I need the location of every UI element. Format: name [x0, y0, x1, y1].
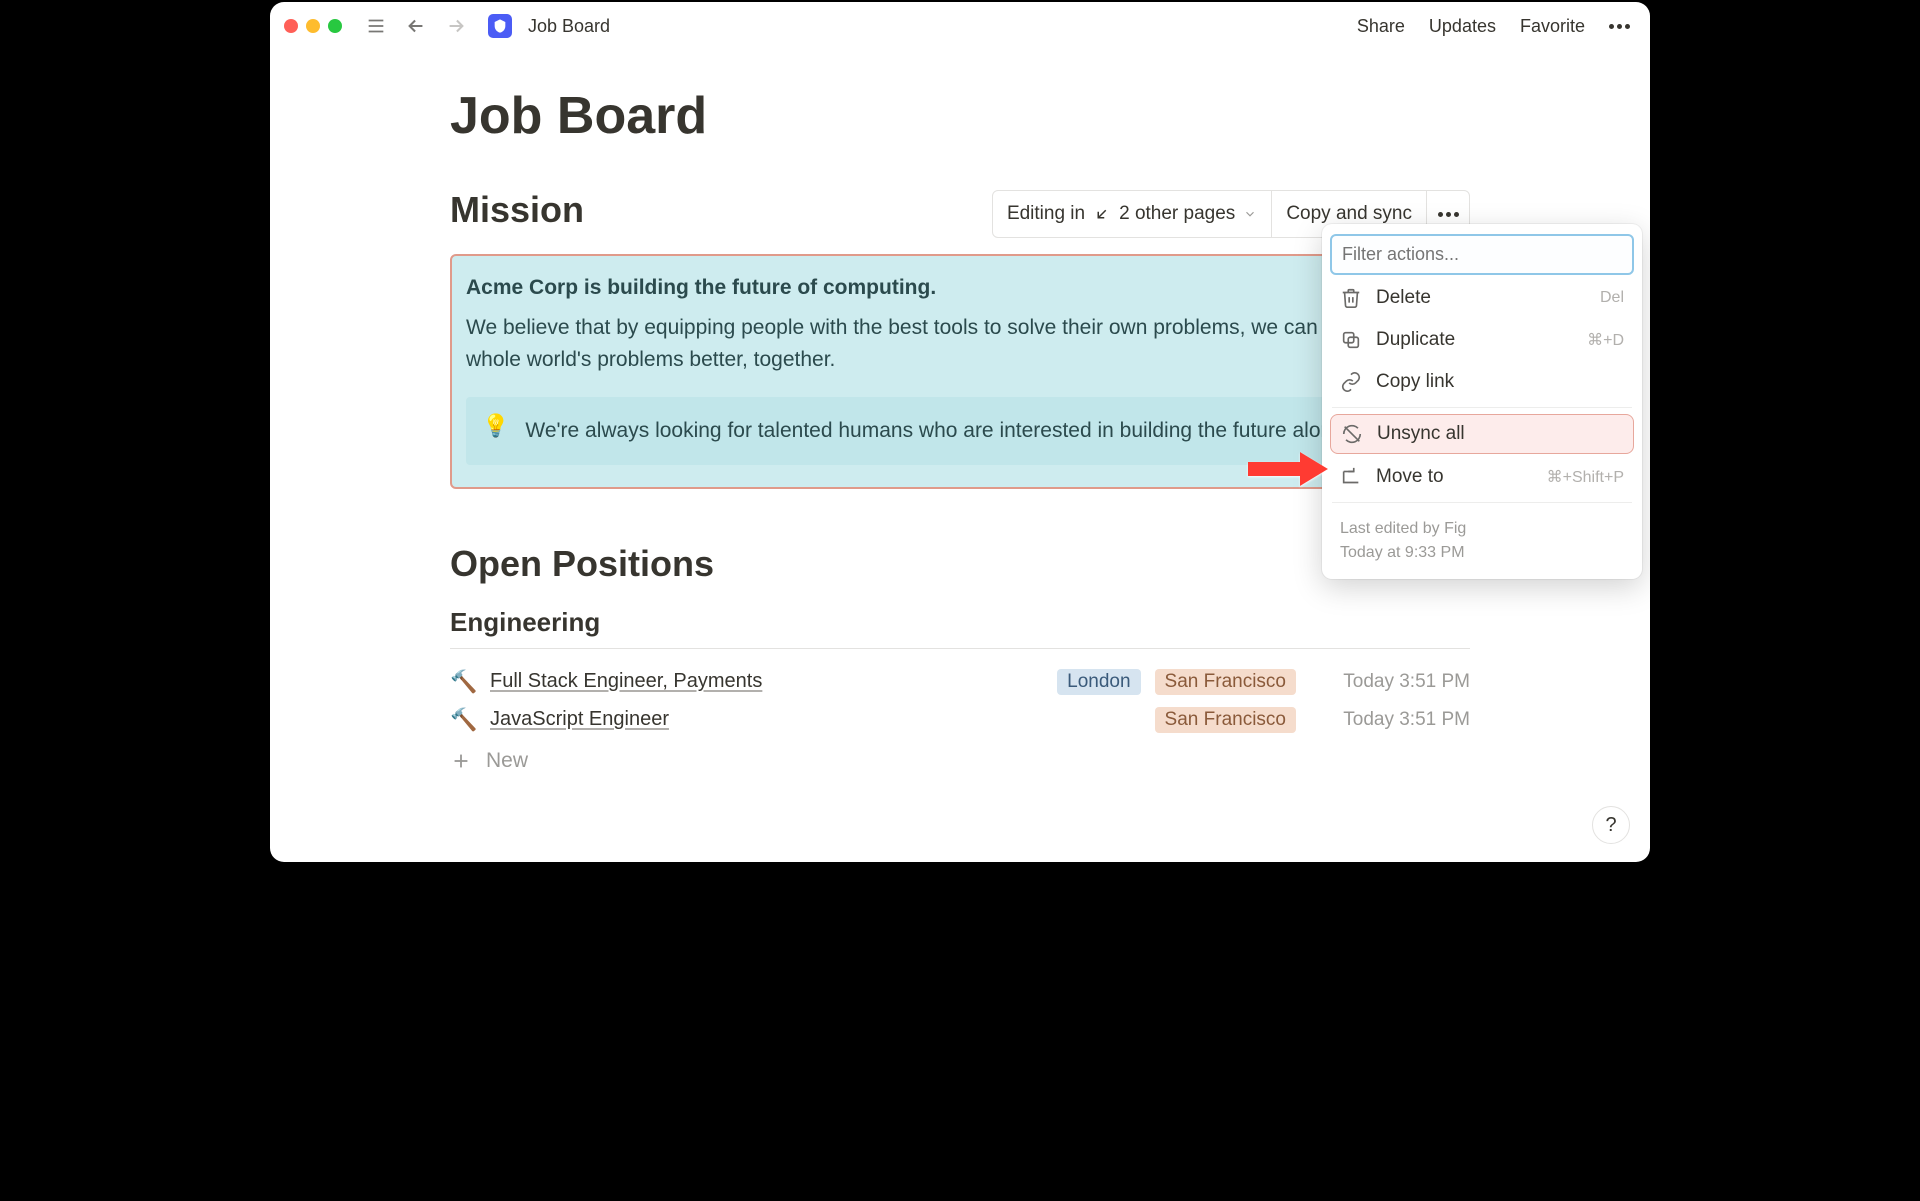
- move-to-icon: [1340, 466, 1362, 488]
- move-to-label: Move to: [1376, 466, 1444, 488]
- forward-button[interactable]: [442, 12, 470, 40]
- location-tag[interactable]: San Francisco: [1155, 669, 1296, 695]
- mission-heading[interactable]: Mission: [450, 189, 584, 231]
- more-menu-button[interactable]: [1603, 20, 1636, 33]
- editing-in-prefix: Editing in: [1007, 203, 1085, 225]
- copy-link-action[interactable]: Copy link: [1330, 363, 1634, 401]
- timestamp: Today 3:51 PM: [1310, 709, 1470, 731]
- window-controls: [284, 19, 342, 33]
- close-window-button[interactable]: [284, 19, 298, 33]
- synced-block-body[interactable]: We believe that by equipping people with…: [466, 312, 1450, 375]
- trash-icon: [1340, 287, 1362, 309]
- copy-and-sync-label: Copy and sync: [1286, 203, 1412, 225]
- delete-shortcut: Del: [1600, 289, 1624, 307]
- new-item-button[interactable]: New: [450, 749, 1470, 773]
- synced-block-lead[interactable]: Acme Corp is building the future of comp…: [466, 276, 1450, 300]
- unsync-icon: [1341, 423, 1363, 445]
- filter-actions-input[interactable]: [1330, 234, 1634, 275]
- arrow-down-left-icon: [1093, 205, 1111, 223]
- updates-button[interactable]: Updates: [1423, 12, 1502, 41]
- unsync-all-label: Unsync all: [1377, 423, 1465, 445]
- minimize-window-button[interactable]: [306, 19, 320, 33]
- unsync-all-action[interactable]: Unsync all: [1330, 414, 1634, 454]
- mission-heading-row: Mission Editing in 2 other pages Copy an…: [450, 186, 1470, 234]
- link-icon: [1340, 371, 1362, 393]
- share-button[interactable]: Share: [1351, 12, 1411, 41]
- block-actions-menu: Delete Del Duplicate ⌘+D Copy link Unsyn…: [1322, 224, 1642, 579]
- hammer-icon: 🔨: [450, 669, 476, 695]
- copy-link-label: Copy link: [1376, 371, 1454, 393]
- list-item[interactable]: 🔨 JavaScript Engineer San Francisco Toda…: [450, 701, 1470, 739]
- menu-separator: [1332, 502, 1632, 503]
- positions-list: 🔨 Full Stack Engineer, Payments London S…: [450, 663, 1470, 773]
- delete-label: Delete: [1376, 287, 1431, 309]
- maximize-window-button[interactable]: [328, 19, 342, 33]
- move-to-action[interactable]: Move to ⌘+Shift+P: [1330, 458, 1634, 496]
- list-item[interactable]: 🔨 Full Stack Engineer, Payments London S…: [450, 663, 1470, 701]
- topbar: Job Board Share Updates Favorite: [270, 2, 1650, 50]
- engineering-heading[interactable]: Engineering: [450, 607, 1470, 649]
- lightbulb-icon: 💡: [482, 415, 509, 437]
- timestamp: Today 3:51 PM: [1310, 671, 1470, 693]
- last-edited-time: Today at 9:33 PM: [1340, 541, 1624, 565]
- app-window: Job Board Share Updates Favorite Job Boa…: [270, 2, 1650, 862]
- delete-action[interactable]: Delete Del: [1330, 279, 1634, 317]
- favorite-button[interactable]: Favorite: [1514, 12, 1591, 41]
- duplicate-action[interactable]: Duplicate ⌘+D: [1330, 321, 1634, 359]
- open-positions-heading[interactable]: Open Positions: [450, 543, 1470, 585]
- help-button[interactable]: ?: [1592, 806, 1630, 844]
- new-item-label: New: [486, 749, 528, 773]
- page-title[interactable]: Job Board: [450, 86, 1470, 146]
- last-edited-by: Last edited by Fig: [1340, 517, 1624, 541]
- last-edited-meta: Last edited by Fig Today at 9:33 PM: [1330, 509, 1634, 567]
- duplicate-shortcut: ⌘+D: [1587, 330, 1624, 350]
- location-tag[interactable]: London: [1057, 669, 1140, 695]
- duplicate-icon: [1340, 329, 1362, 351]
- editing-in-button[interactable]: Editing in 2 other pages: [993, 191, 1272, 237]
- back-button[interactable]: [402, 12, 430, 40]
- editing-in-count: 2 other pages: [1119, 203, 1235, 225]
- callout-text[interactable]: We're always looking for talented humans…: [525, 415, 1416, 447]
- breadcrumb[interactable]: Job Board: [528, 16, 610, 37]
- annotation-arrow: [1246, 446, 1330, 497]
- move-to-shortcut: ⌘+Shift+P: [1547, 467, 1624, 487]
- page-icon: [488, 14, 512, 38]
- position-title[interactable]: JavaScript Engineer: [490, 708, 669, 731]
- help-label: ?: [1605, 814, 1616, 837]
- chevron-down-icon: [1243, 207, 1257, 221]
- sidebar-toggle-button[interactable]: [362, 12, 390, 40]
- menu-separator: [1332, 407, 1632, 408]
- duplicate-label: Duplicate: [1376, 329, 1455, 351]
- position-title[interactable]: Full Stack Engineer, Payments: [490, 670, 762, 693]
- hammer-icon: 🔨: [450, 707, 476, 733]
- plus-icon: [450, 750, 472, 772]
- location-tag[interactable]: San Francisco: [1155, 707, 1296, 733]
